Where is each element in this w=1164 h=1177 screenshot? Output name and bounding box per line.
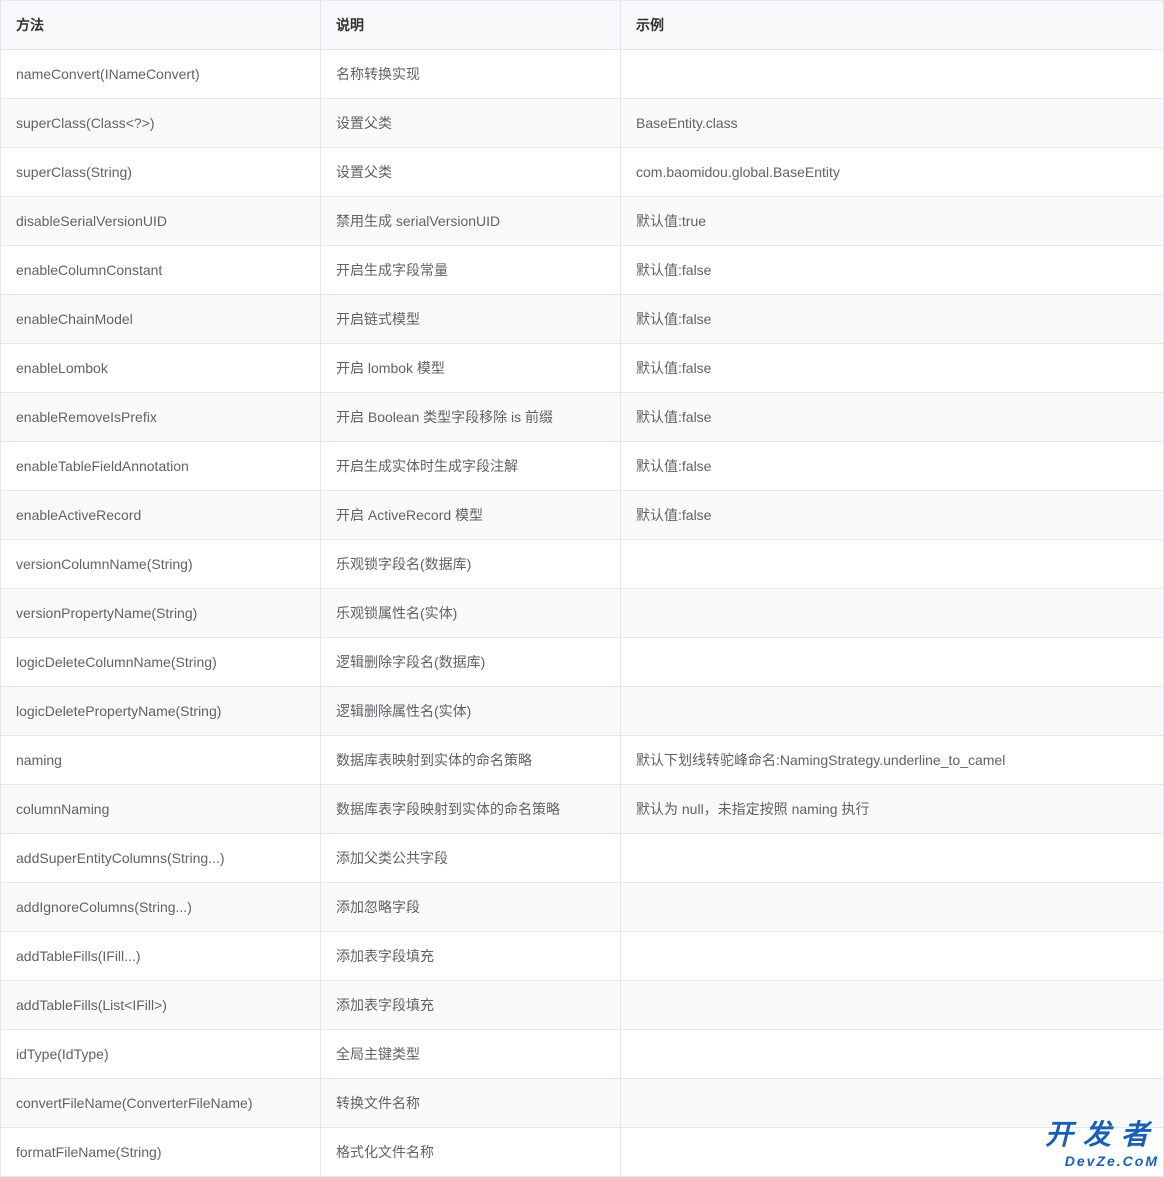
table-row: versionColumnName(String)乐观锁字段名(数据库)	[1, 540, 1164, 589]
cell-example: BaseEntity.class	[621, 99, 1164, 148]
cell-method: formatFileName(String)	[1, 1128, 321, 1177]
cell-example: 默认值:false	[621, 246, 1164, 295]
cell-description: 数据库表映射到实体的命名策略	[321, 736, 621, 785]
cell-example	[621, 638, 1164, 687]
table-row: versionPropertyName(String)乐观锁属性名(实体)	[1, 589, 1164, 638]
cell-method: logicDeleteColumnName(String)	[1, 638, 321, 687]
cell-example: 默认值:false	[621, 442, 1164, 491]
cell-description: 开启 lombok 模型	[321, 344, 621, 393]
cell-method: superClass(Class<?>)	[1, 99, 321, 148]
table-row: addTableFills(List<IFill>)添加表字段填充	[1, 981, 1164, 1030]
cell-description: 开启 ActiveRecord 模型	[321, 491, 621, 540]
cell-example	[621, 589, 1164, 638]
cell-example	[621, 50, 1164, 99]
cell-method: enableActiveRecord	[1, 491, 321, 540]
cell-description: 开启链式模型	[321, 295, 621, 344]
cell-description: 开启生成实体时生成字段注解	[321, 442, 621, 491]
cell-example	[621, 1030, 1164, 1079]
table-row: disableSerialVersionUID禁用生成 serialVersio…	[1, 197, 1164, 246]
table-row: naming数据库表映射到实体的命名策略默认下划线转驼峰命名:NamingStr…	[1, 736, 1164, 785]
cell-method: logicDeletePropertyName(String)	[1, 687, 321, 736]
cell-example: 默认值:false	[621, 344, 1164, 393]
cell-method: columnNaming	[1, 785, 321, 834]
cell-method: enableRemoveIsPrefix	[1, 393, 321, 442]
table-header-row: 方法 说明 示例	[1, 1, 1164, 50]
table-row: addIgnoreColumns(String...)添加忽略字段	[1, 883, 1164, 932]
cell-example	[621, 981, 1164, 1030]
cell-example	[621, 1128, 1164, 1177]
cell-example: 默认下划线转驼峰命名:NamingStrategy.underline_to_c…	[621, 736, 1164, 785]
cell-method: addIgnoreColumns(String...)	[1, 883, 321, 932]
cell-example	[621, 540, 1164, 589]
cell-example	[621, 834, 1164, 883]
cell-description: 开启 Boolean 类型字段移除 is 前缀	[321, 393, 621, 442]
cell-description: 全局主键类型	[321, 1030, 621, 1079]
cell-method: idType(IdType)	[1, 1030, 321, 1079]
table-row: superClass(String)设置父类com.baomidou.globa…	[1, 148, 1164, 197]
table-row: enableTableFieldAnnotation开启生成实体时生成字段注解默…	[1, 442, 1164, 491]
cell-method: enableTableFieldAnnotation	[1, 442, 321, 491]
table-row: logicDeleteColumnName(String)逻辑删除字段名(数据库…	[1, 638, 1164, 687]
table-row: formatFileName(String)格式化文件名称	[1, 1128, 1164, 1177]
table-row: nameConvert(INameConvert)名称转换实现	[1, 50, 1164, 99]
cell-example: 默认为 null，未指定按照 naming 执行	[621, 785, 1164, 834]
cell-example	[621, 1079, 1164, 1128]
table-row: addSuperEntityColumns(String...)添加父类公共字段	[1, 834, 1164, 883]
table-row: addTableFills(IFill...)添加表字段填充	[1, 932, 1164, 981]
cell-description: 数据库表字段映射到实体的命名策略	[321, 785, 621, 834]
cell-example	[621, 932, 1164, 981]
cell-method: addTableFills(IFill...)	[1, 932, 321, 981]
table-row: columnNaming数据库表字段映射到实体的命名策略默认为 null，未指定…	[1, 785, 1164, 834]
cell-method: nameConvert(INameConvert)	[1, 50, 321, 99]
cell-description: 设置父类	[321, 99, 621, 148]
cell-method: naming	[1, 736, 321, 785]
table-row: idType(IdType)全局主键类型	[1, 1030, 1164, 1079]
table-row: enableChainModel开启链式模型默认值:false	[1, 295, 1164, 344]
cell-method: addTableFills(List<IFill>)	[1, 981, 321, 1030]
cell-method: versionPropertyName(String)	[1, 589, 321, 638]
cell-example: 默认值:false	[621, 393, 1164, 442]
cell-method: enableColumnConstant	[1, 246, 321, 295]
header-example: 示例	[621, 1, 1164, 50]
cell-method: superClass(String)	[1, 148, 321, 197]
table-row: enableActiveRecord开启 ActiveRecord 模型默认值:…	[1, 491, 1164, 540]
cell-description: 乐观锁属性名(实体)	[321, 589, 621, 638]
header-description: 说明	[321, 1, 621, 50]
cell-method: convertFileName(ConverterFileName)	[1, 1079, 321, 1128]
cell-example	[621, 883, 1164, 932]
header-method: 方法	[1, 1, 321, 50]
cell-description: 格式化文件名称	[321, 1128, 621, 1177]
cell-method: enableLombok	[1, 344, 321, 393]
table-row: enableRemoveIsPrefix开启 Boolean 类型字段移除 is…	[1, 393, 1164, 442]
cell-example: 默认值:false	[621, 295, 1164, 344]
table-row: superClass(Class<?>)设置父类BaseEntity.class	[1, 99, 1164, 148]
cell-description: 逻辑删除属性名(实体)	[321, 687, 621, 736]
cell-example: 默认值:false	[621, 491, 1164, 540]
cell-description: 乐观锁字段名(数据库)	[321, 540, 621, 589]
table-row: convertFileName(ConverterFileName)转换文件名称	[1, 1079, 1164, 1128]
cell-description: 转换文件名称	[321, 1079, 621, 1128]
cell-description: 逻辑删除字段名(数据库)	[321, 638, 621, 687]
cell-description: 名称转换实现	[321, 50, 621, 99]
cell-example: 默认值:true	[621, 197, 1164, 246]
table-row: enableColumnConstant开启生成字段常量默认值:false	[1, 246, 1164, 295]
cell-method: addSuperEntityColumns(String...)	[1, 834, 321, 883]
cell-method: enableChainModel	[1, 295, 321, 344]
cell-description: 禁用生成 serialVersionUID	[321, 197, 621, 246]
cell-description: 添加父类公共字段	[321, 834, 621, 883]
cell-description: 设置父类	[321, 148, 621, 197]
cell-description: 添加忽略字段	[321, 883, 621, 932]
cell-example	[621, 687, 1164, 736]
cell-method: versionColumnName(String)	[1, 540, 321, 589]
cell-description: 添加表字段填充	[321, 932, 621, 981]
cell-method: disableSerialVersionUID	[1, 197, 321, 246]
cell-description: 开启生成字段常量	[321, 246, 621, 295]
api-methods-table: 方法 说明 示例 nameConvert(INameConvert)名称转换实现…	[0, 0, 1164, 1177]
table-row: logicDeletePropertyName(String)逻辑删除属性名(实…	[1, 687, 1164, 736]
cell-description: 添加表字段填充	[321, 981, 621, 1030]
cell-example: com.baomidou.global.BaseEntity	[621, 148, 1164, 197]
table-row: enableLombok开启 lombok 模型默认值:false	[1, 344, 1164, 393]
